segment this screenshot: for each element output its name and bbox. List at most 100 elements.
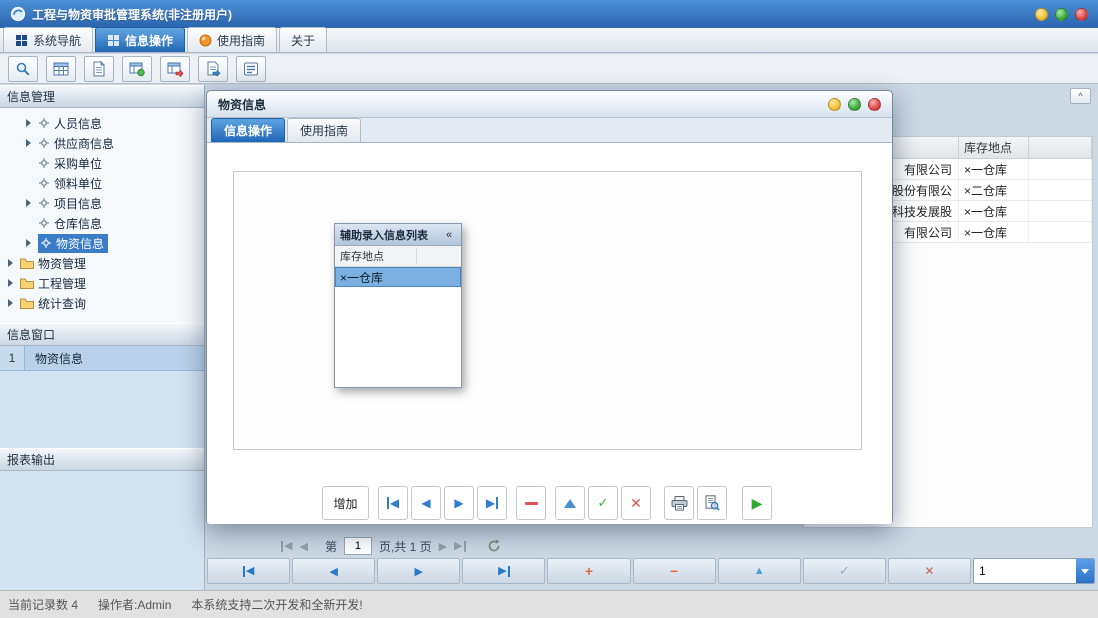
expand-arrow-icon[interactable] <box>26 139 31 147</box>
expand-arrow-icon[interactable] <box>26 199 31 207</box>
tree-item-requisition-unit[interactable]: 领料单位 <box>0 173 204 193</box>
table-export-icon <box>167 61 183 77</box>
tree-item-material[interactable]: 物资信息 <box>0 233 204 253</box>
table-export-button[interactable] <box>160 56 190 82</box>
close-button[interactable] <box>1075 8 1088 21</box>
remove-row-button[interactable]: − <box>633 558 716 584</box>
nav-last-button[interactable]: ▶ <box>462 558 545 584</box>
folder-material-mgmt[interactable]: 物资管理 <box>0 253 204 273</box>
tree-item-label: 项目信息 <box>54 195 102 212</box>
helper-popup: 辅助录入信息列表 « 库存地点 ×一仓库 <box>334 223 462 388</box>
pager-next-button[interactable]: ▶ <box>439 540 447 553</box>
expand-arrow-icon[interactable] <box>26 119 31 127</box>
tree-item-project[interactable]: 项目信息 <box>0 193 204 213</box>
move-up-button[interactable]: ▲ <box>718 558 801 584</box>
record-count: 当前记录数 4 <box>8 596 78 613</box>
pager-page-input[interactable] <box>344 537 372 555</box>
record-nav-bar: ◀ ◀ ▶ ▶ + − ▲ ✓ ✕ <box>207 558 1095 584</box>
tree-item-personnel[interactable]: 人员信息 <box>0 113 204 133</box>
maximize-button[interactable] <box>1055 8 1068 21</box>
section-label: 信息窗口 <box>7 326 55 343</box>
folder-engineering-mgmt[interactable]: 工程管理 <box>0 273 204 293</box>
pager-last-button[interactable]: ▶ <box>454 541 465 552</box>
nav-tree: 人员信息 供应商信息 采购单位 领料单位 项目信息 <box>0 108 204 323</box>
document-icon <box>91 61 107 77</box>
tab-system-nav[interactable]: 系统导航 <box>3 27 93 52</box>
cancel-button[interactable]: ✕ <box>621 486 651 520</box>
confirm-row-button[interactable]: ✓ <box>803 558 886 584</box>
expand-arrow-icon[interactable] <box>8 259 13 267</box>
helper-column-header[interactable]: 库存地点 <box>335 246 461 267</box>
gear-icon <box>40 237 52 249</box>
nav-first-button[interactable]: ◀ <box>207 558 290 584</box>
cell-location: ×一仓库 <box>959 201 1029 222</box>
dialog-maximize-button[interactable] <box>848 98 861 111</box>
table-button[interactable] <box>46 56 76 82</box>
dialog-minimize-button[interactable] <box>828 98 841 111</box>
first-record-button[interactable]: ◀ <box>378 486 408 520</box>
folder-stats-query[interactable]: 统计查询 <box>0 293 204 313</box>
section-header-info-manage[interactable]: 信息管理 <box>0 85 204 108</box>
confirm-button[interactable]: ✓ <box>588 486 618 520</box>
nav-prev-button[interactable]: ◀ <box>292 558 375 584</box>
tree-item-label: 物资信息 <box>56 235 104 252</box>
pager-prev-button[interactable]: ◀ <box>299 540 307 553</box>
status-message: 本系统支持二次开发和全新开发! <box>191 596 362 613</box>
dialog-title: 物资信息 <box>218 96 266 113</box>
refresh-icon <box>487 539 501 553</box>
print-button[interactable] <box>664 486 694 520</box>
preview-button[interactable] <box>697 486 727 520</box>
refresh-button[interactable] <box>487 539 501 553</box>
helper-list-item[interactable]: ×一仓库 <box>335 267 461 287</box>
tree-item-warehouse[interactable]: 仓库信息 <box>0 213 204 233</box>
minus-icon <box>525 502 538 505</box>
helper-popup-title-bar[interactable]: 辅助录入信息列表 « <box>335 224 461 246</box>
tree-item-supplier[interactable]: 供应商信息 <box>0 133 204 153</box>
dialog-tab-guide[interactable]: 使用指南 <box>287 118 361 142</box>
last-record-button[interactable]: ▶ <box>477 486 507 520</box>
document-export-button[interactable] <box>198 56 228 82</box>
tree-item-label: 仓库信息 <box>54 215 102 232</box>
info-window-row[interactable]: 1 物资信息 <box>0 346 204 371</box>
expand-arrow-icon[interactable] <box>8 299 13 307</box>
move-up-button[interactable] <box>555 486 585 520</box>
section-header-report-output[interactable]: 报表输出 <box>0 448 204 471</box>
printer-icon <box>671 496 688 511</box>
nav-next-button[interactable]: ▶ <box>377 558 460 584</box>
tree-item-label: 人员信息 <box>54 115 102 132</box>
page-number-input[interactable] <box>974 559 1076 583</box>
add-button[interactable]: 增加 <box>322 486 369 520</box>
dialog-close-button[interactable] <box>868 98 881 111</box>
folder-icon <box>20 298 34 309</box>
pager-first-button[interactable]: ◀ <box>281 541 292 552</box>
page-dropdown-button[interactable] <box>1076 559 1094 583</box>
expand-arrow-icon[interactable] <box>8 279 13 287</box>
expand-arrow-icon[interactable] <box>26 239 31 247</box>
dialog-toolbar: 增加 ◀ ◀ ▶ ▶ ✓ ✕ ▶ <box>322 486 772 520</box>
list-button[interactable] <box>236 56 266 82</box>
tree-item-purchase-unit[interactable]: 采购单位 <box>0 153 204 173</box>
document-button[interactable] <box>84 56 114 82</box>
section-label: 报表输出 <box>7 451 55 468</box>
panel-collapse-button[interactable]: ^ <box>1070 88 1091 104</box>
cancel-row-button[interactable]: ✕ <box>888 558 971 584</box>
section-header-info-window[interactable]: 信息窗口 <box>0 323 204 346</box>
dialog-body: 辅助录入信息列表 « 库存地点 ×一仓库 增加 ◀ ◀ ▶ ▶ ✓ ✕ <box>207 143 892 524</box>
table-edit-button[interactable] <box>122 56 152 82</box>
tab-about[interactable]: 关于 <box>279 27 327 52</box>
tab-info-ops[interactable]: 信息操作 <box>95 27 185 52</box>
helper-collapse-button[interactable]: « <box>442 229 456 241</box>
table-pager: ◀ ◀ 第 页,共 1 页 ▶ ▶ <box>281 535 501 557</box>
add-row-button[interactable]: + <box>547 558 630 584</box>
prev-record-button[interactable]: ◀ <box>411 486 441 520</box>
delete-record-button[interactable] <box>516 486 546 520</box>
form-area <box>233 171 862 450</box>
tab-guide[interactable]: 使用指南 <box>187 27 277 52</box>
run-button[interactable]: ▶ <box>742 486 772 520</box>
search-button[interactable] <box>8 56 38 82</box>
dialog-tab-info-ops[interactable]: 信息操作 <box>211 118 285 142</box>
column-header-location[interactable]: 库存地点 <box>959 137 1029 159</box>
minimize-button[interactable] <box>1035 8 1048 21</box>
next-record-button[interactable]: ▶ <box>444 486 474 520</box>
column-header-extra[interactable] <box>1029 137 1092 159</box>
